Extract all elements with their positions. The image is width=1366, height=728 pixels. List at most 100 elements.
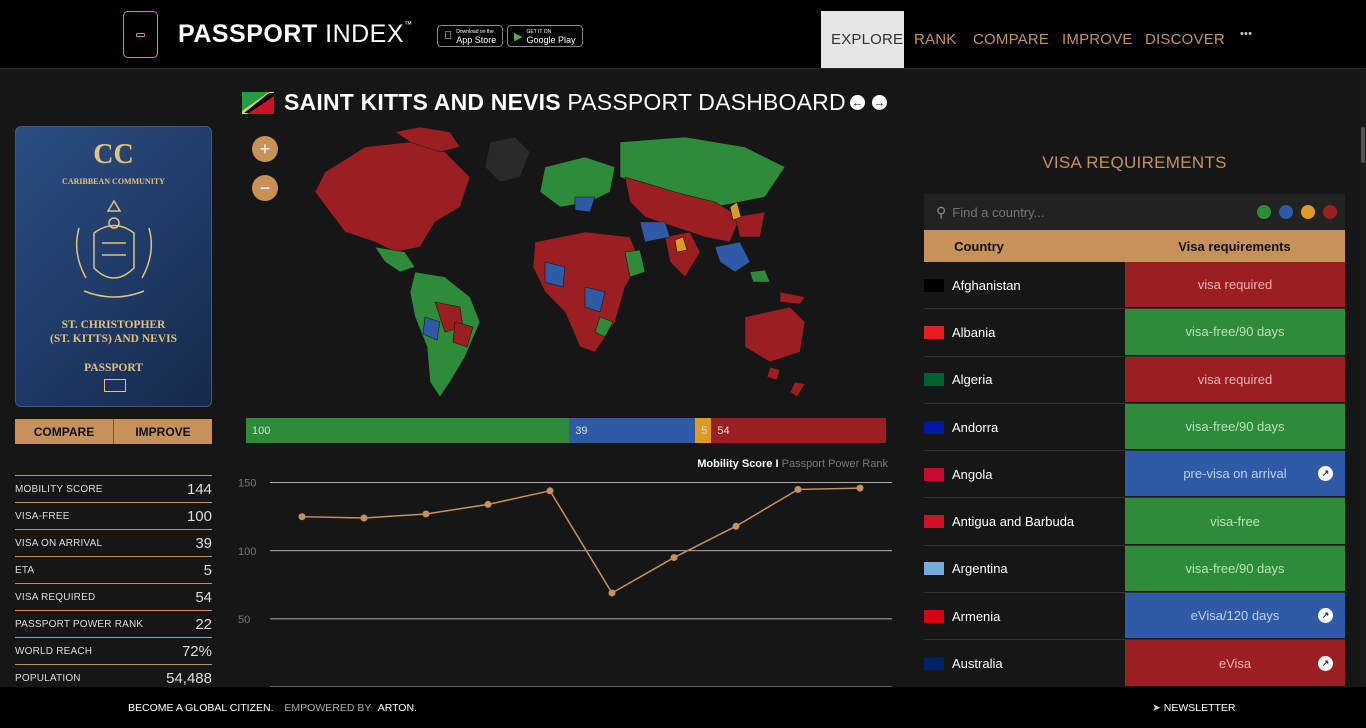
- caricom-emblem: CC: [93, 139, 134, 170]
- country-flag-icon: [924, 278, 944, 292]
- country-flag-icon: [924, 657, 944, 671]
- world-visa-map[interactable]: [245, 122, 890, 404]
- summary-segment: 5: [695, 418, 712, 443]
- country-name: Algeria: [952, 372, 993, 388]
- filter-visa-required-dot[interactable]: [1323, 205, 1337, 219]
- stat-label: ETA: [15, 564, 35, 576]
- table-row[interactable]: Angola pre-visa on arrival ↗: [924, 451, 1345, 499]
- table-row[interactable]: Andorra visa-free/90 days: [924, 403, 1345, 452]
- visa-requirement-cell: visa-free/90 days: [1125, 309, 1345, 356]
- data-point[interactable]: [732, 522, 740, 530]
- country-flag-icon: [924, 515, 944, 529]
- country-flag-icon: [924, 562, 944, 576]
- improve-button[interactable]: IMPROVE: [114, 419, 212, 444]
- table-row[interactable]: Armenia eVisa/120 days ↗: [924, 593, 1345, 641]
- kn-flag-icon: [242, 91, 274, 114]
- visa-summary-bar: 100 39 5 54: [246, 418, 886, 443]
- country-search: ⚲: [924, 194, 1345, 230]
- table-row[interactable]: Argentina visa-free/90 days: [924, 545, 1345, 594]
- more-menu-icon[interactable]: •••: [1230, 5, 1262, 62]
- country-flag-icon: [924, 467, 944, 481]
- stat-value: 22: [195, 615, 212, 633]
- passport-logo-icon[interactable]: [123, 11, 158, 58]
- visa-requirement-cell: pre-visa on arrival ↗: [1125, 451, 1345, 498]
- compare-button[interactable]: COMPARE: [15, 419, 114, 444]
- passport-cover-line: ST. CHRISTOPHER: [61, 319, 166, 331]
- data-point[interactable]: [794, 485, 802, 493]
- column-header-country[interactable]: Country: [924, 230, 1034, 262]
- visa-table-body: Afghanistan visa required Albania visa-free…: [924, 262, 1345, 687]
- y-tick-label: 100: [238, 546, 256, 558]
- table-row[interactable]: Australia eVisa ↗: [924, 640, 1345, 687]
- country-cell: Albania: [924, 309, 1125, 356]
- footer: BECOME A GLOBAL CITIZEN. EMPOWERED BY AR…: [0, 687, 1366, 728]
- visa-requirement-cell: visa-free/90 days: [1125, 403, 1345, 451]
- prev-arrow-icon[interactable]: ←: [850, 95, 865, 110]
- stat-value: 39: [195, 534, 212, 552]
- legend-passport-power-rank[interactable]: Passport Power Rank: [782, 458, 888, 470]
- google-play-badge[interactable]: ▶ GET IT ON Google Play: [507, 25, 583, 47]
- country-flag-icon: [924, 325, 944, 339]
- country-name: Angola: [952, 466, 993, 482]
- visa-requirement-cell: visa required: [1125, 262, 1345, 309]
- stat-value: 144: [186, 480, 212, 498]
- country-cell: Afghanistan: [924, 262, 1125, 309]
- open-link-icon[interactable]: ↗: [1318, 608, 1333, 624]
- filter-visa-on-arrival-dot[interactable]: [1279, 205, 1293, 219]
- data-point[interactable]: [608, 589, 616, 597]
- open-link-icon[interactable]: ↗: [1318, 466, 1333, 482]
- data-point[interactable]: [422, 510, 430, 518]
- data-point[interactable]: [670, 554, 678, 562]
- data-point[interactable]: [298, 513, 306, 521]
- visa-requirement-cell: visa-free/90 days: [1125, 545, 1345, 593]
- country-cell: Angola: [924, 451, 1125, 498]
- summary-segment: 100: [246, 418, 570, 443]
- search-input[interactable]: [952, 204, 1213, 220]
- visa-requirement-cell: visa-free: [1125, 498, 1345, 545]
- summary-segment: 39: [569, 418, 696, 443]
- nav-explore[interactable]: EXPLORE: [821, 11, 904, 68]
- data-point[interactable]: [546, 487, 554, 495]
- brand-wordmark[interactable]: PASSPORT INDEX™: [178, 20, 413, 49]
- nav-rank[interactable]: RANK: [904, 11, 966, 68]
- y-tick-label: 50: [238, 614, 250, 626]
- apple-icon: : [444, 30, 452, 42]
- table-row[interactable]: Antigua and Barbuda visa-free: [924, 498, 1345, 546]
- mobility-score-chart: 150 100 50: [238, 478, 892, 688]
- table-row[interactable]: Afghanistan visa required: [924, 262, 1345, 310]
- arton-link[interactable]: ARTON.: [378, 702, 417, 714]
- page-scrollbar[interactable]: [1360, 70, 1366, 687]
- newsletter-link[interactable]: ➤ NEWSLETTER: [1152, 702, 1236, 714]
- country-name: Armenia: [952, 608, 1001, 624]
- stat-value: 72%: [181, 642, 212, 660]
- nav-compare[interactable]: COMPARE: [963, 11, 1059, 68]
- passport-cover-line: PASSPORT: [84, 362, 143, 374]
- nav-improve[interactable]: IMPROVE: [1052, 11, 1143, 68]
- data-point[interactable]: [484, 500, 492, 508]
- footer-tagline: BECOME A GLOBAL CITIZEN.: [128, 701, 274, 714]
- stat-label: MOBILITY SCORE: [15, 483, 103, 495]
- data-point[interactable]: [360, 514, 368, 522]
- paper-plane-icon: ➤: [1152, 701, 1161, 714]
- legend-mobility-score[interactable]: Mobility Score: [697, 458, 772, 470]
- stat-row: WORLD REACH 72%: [15, 637, 212, 664]
- country-cell: Andorra: [924, 403, 1125, 451]
- country-name: Antigua and Barbuda: [952, 514, 1075, 530]
- nav-discover[interactable]: DISCOVER: [1135, 11, 1235, 68]
- table-row[interactable]: Albania visa-free/90 days: [924, 309, 1345, 357]
- stat-value: 100: [186, 507, 212, 525]
- y-tick-label: 150: [238, 478, 256, 490]
- data-point[interactable]: [856, 484, 864, 492]
- column-header-visa-requirements[interactable]: Visa requirements: [1034, 230, 1345, 262]
- open-link-icon[interactable]: ↗: [1318, 655, 1333, 671]
- visa-requirement-cell: eVisa/120 days ↗: [1125, 593, 1345, 640]
- mobility-score-line: [301, 487, 861, 595]
- app-store-badge[interactable]:  Download on the App Store: [437, 25, 504, 47]
- filter-eta-dot[interactable]: [1301, 205, 1315, 219]
- filter-visa-free-dot[interactable]: [1257, 205, 1271, 219]
- table-row[interactable]: Algeria visa required: [924, 356, 1345, 404]
- summary-segment: 54: [711, 418, 886, 443]
- stat-label: PASSPORT POWER RANK: [15, 618, 144, 630]
- stat-value: 54,488: [166, 669, 212, 687]
- next-arrow-icon[interactable]: →: [872, 95, 887, 110]
